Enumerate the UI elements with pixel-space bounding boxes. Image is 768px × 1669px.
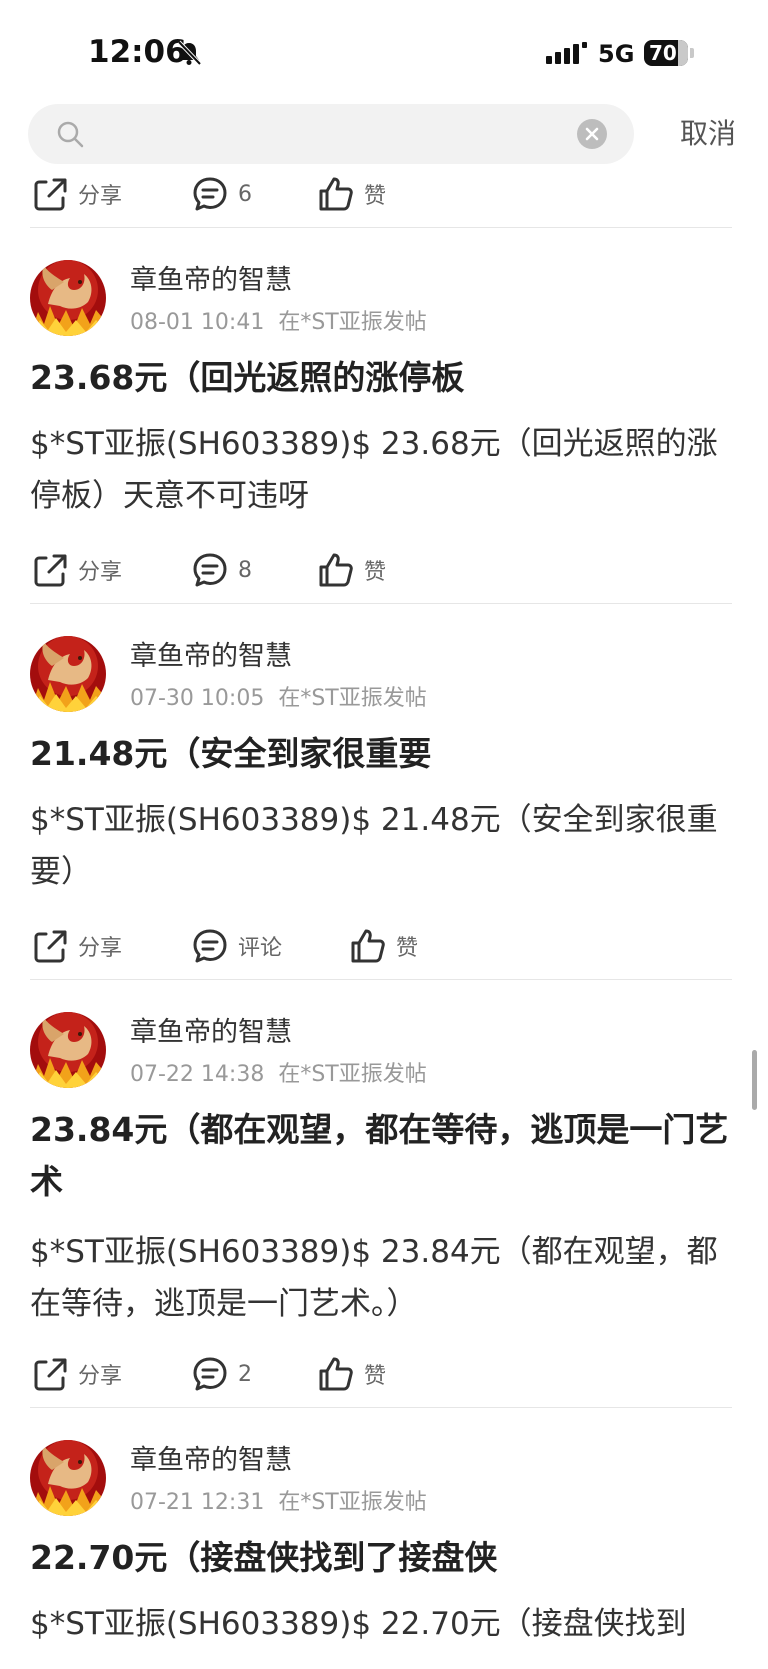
thumbs-up-icon	[351, 929, 385, 963]
post-location[interactable]: 在*ST亚振发帖	[278, 686, 426, 711]
like-button[interactable]: 赞	[318, 172, 386, 216]
divider	[30, 603, 732, 604]
network-type: 5G	[598, 40, 635, 68]
clear-icon[interactable]	[576, 118, 608, 150]
search-input[interactable]	[28, 104, 634, 164]
post-body: $*ST亚振(SH603389)$ 23.84元（都在观望，都在等待，逃顶是一门…	[30, 1234, 718, 1322]
share-button[interactable]: 分享	[32, 924, 122, 968]
post-title: 21.48元（安全到家很重要	[30, 734, 432, 773]
share-button[interactable]: 分享	[32, 1352, 122, 1396]
comment-button[interactable]: 2	[192, 1352, 252, 1396]
cancel-button[interactable]: 取消	[680, 112, 736, 152]
post-meta: 08-01 10:41 在*ST亚振发帖	[130, 304, 427, 336]
avatar[interactable]	[30, 1440, 106, 1516]
comment-icon	[193, 929, 227, 963]
post-body: $*ST亚振(SH603389)$ 22.70元（接盘侠找到	[30, 1606, 687, 1642]
divider	[30, 1407, 732, 1408]
post-body: $*ST亚振(SH603389)$ 21.48元（安全到家很重要）	[30, 802, 718, 890]
action-bar: 分享 6 赞	[32, 172, 732, 216]
post-title: 23.68元（回光返照的涨停板	[30, 358, 465, 397]
post-body: $*ST亚振(SH603389)$ 23.68元（回光返照的涨停板）天意不可违呀	[30, 426, 718, 514]
author-name[interactable]: 章鱼帝的智慧	[130, 1438, 292, 1477]
comment-icon	[193, 1357, 227, 1391]
search-icon	[57, 121, 84, 148]
like-button[interactable]: 赞	[318, 1352, 386, 1396]
post-location[interactable]: 在*ST亚振发帖	[278, 310, 426, 335]
avatar[interactable]	[30, 1012, 106, 1088]
post-time: 07-21 12:31	[130, 1490, 265, 1515]
post-time: 07-30 10:05	[130, 686, 265, 711]
battery-icon: 70	[644, 40, 688, 66]
share-icon	[34, 554, 67, 587]
action-bar: 分享 8 赞	[32, 548, 732, 592]
author-name[interactable]: 章鱼帝的智慧	[130, 258, 292, 297]
thumbs-up-icon	[319, 553, 353, 587]
share-icon	[34, 1358, 67, 1391]
comment-icon	[193, 553, 227, 587]
share-button[interactable]: 分享	[32, 172, 122, 216]
scrollbar[interactable]	[752, 1050, 757, 1110]
post-location[interactable]: 在*ST亚振发帖	[278, 1490, 426, 1515]
thumbs-up-icon	[319, 1357, 353, 1391]
comment-button[interactable]: 8	[192, 548, 252, 592]
post-meta: 07-21 12:31 在*ST亚振发帖	[130, 1484, 427, 1516]
share-icon	[34, 178, 67, 211]
divider	[30, 979, 732, 980]
battery-level: 70	[649, 41, 677, 65]
comment-icon	[193, 177, 227, 211]
status-time: 12:06	[88, 34, 187, 70]
avatar[interactable]	[30, 636, 106, 712]
post-time: 07-22 14:38	[130, 1062, 265, 1087]
avatar[interactable]	[30, 260, 106, 336]
share-button[interactable]: 分享	[32, 548, 122, 592]
post-title: 23.84元（都在观望，都在等待，逃顶是一门艺术	[30, 1110, 729, 1201]
post-meta: 07-22 14:38 在*ST亚振发帖	[130, 1056, 427, 1088]
thumbs-up-icon	[319, 177, 353, 211]
comment-button[interactable]: 评论	[192, 924, 282, 968]
action-bar: 分享 评论 赞	[32, 924, 732, 968]
like-button[interactable]: 赞	[350, 924, 418, 968]
post-meta: 07-30 10:05 在*ST亚振发帖	[130, 680, 427, 712]
action-bar: 分享 2 赞	[32, 1352, 732, 1396]
divider	[30, 227, 732, 228]
bell-muted-icon	[177, 40, 202, 66]
post-title: 22.70元（接盘侠找到了接盘侠	[30, 1538, 498, 1577]
author-name[interactable]: 章鱼帝的智慧	[130, 634, 292, 673]
like-button[interactable]: 赞	[318, 548, 386, 592]
post-time: 08-01 10:41	[130, 310, 265, 335]
share-icon	[34, 930, 67, 963]
status-bar: 12:06 5G 70	[0, 0, 768, 100]
post-location[interactable]: 在*ST亚振发帖	[278, 1062, 426, 1087]
battery-tip	[690, 48, 694, 58]
author-name[interactable]: 章鱼帝的智慧	[130, 1010, 292, 1049]
comment-button[interactable]: 6	[192, 172, 252, 216]
signal-icon	[546, 42, 587, 64]
